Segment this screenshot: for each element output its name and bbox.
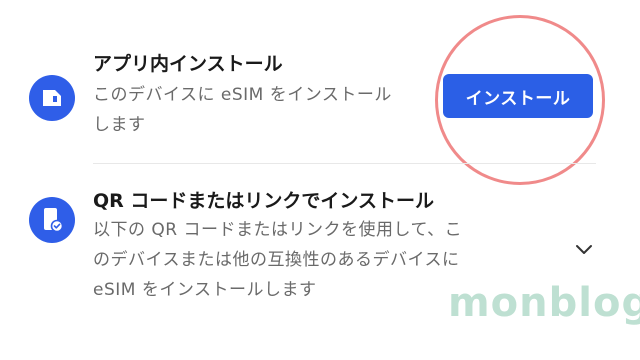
app-install-title: アプリ内インストール [93, 53, 283, 75]
sim-card-icon [29, 75, 75, 121]
install-button[interactable]: インストール [443, 74, 593, 118]
watermark: monblog [448, 280, 640, 326]
app-install-desc-line: します [93, 115, 146, 135]
qr-install-title: QR コードまたはリンクでインストール [93, 190, 435, 212]
chevron-down-icon[interactable] [572, 238, 596, 262]
qr-install-desc-line: 以下の QR コードまたはリンクを使用して、こ [93, 220, 463, 240]
divider [93, 163, 596, 164]
qr-install-desc-line: のデバイスまたは他の互換性のあるデバイスに [93, 250, 460, 270]
app-install-desc-line: このデバイスに eSIM をインストール [93, 85, 392, 105]
phone-check-icon [29, 197, 75, 243]
app-install-description: このデバイスに eSIM をインストール します [93, 80, 433, 140]
